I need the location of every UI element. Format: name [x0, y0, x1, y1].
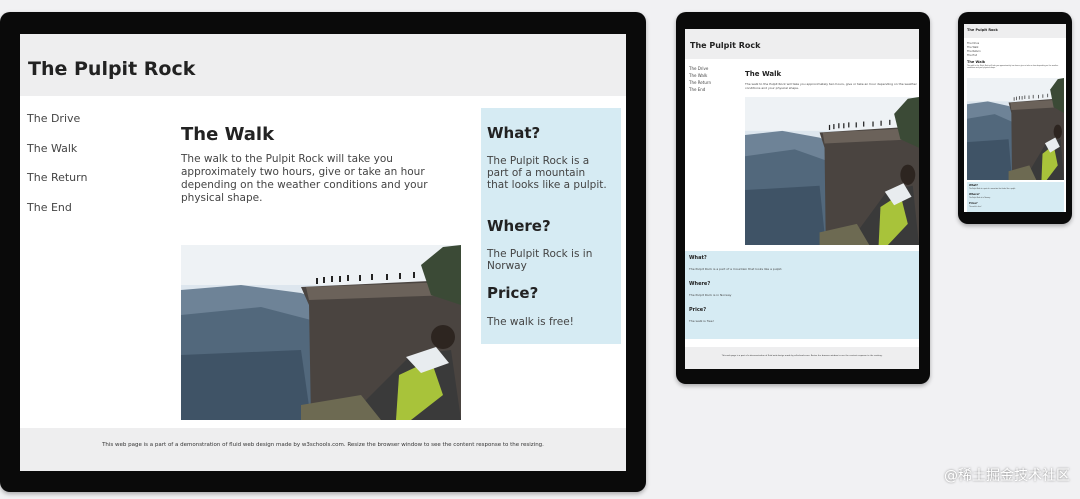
tablet-footer-text: This web page is a part of a demonstrati… [721, 355, 883, 357]
phone-aside-text-what: The Pulpit Rock is a part of a mountain … [969, 189, 1016, 190]
tablet-aside-text-where: The Pulpit Rock is in Norway [689, 293, 732, 297]
tablet-nav-item-the-drive[interactable]: The Drive [689, 65, 711, 72]
nav-item-the-drive[interactable]: The Drive [27, 112, 80, 125]
phone-nav-item-the-end[interactable]: The End [967, 54, 981, 58]
desktop-screen: The Pulpit Rock The Drive The Walk The R… [20, 34, 626, 471]
tablet-main-text: The walk to the Pulpit Rock will take yo… [745, 82, 917, 90]
phone-main-text: The walk to the Pulpit Rock will take yo… [967, 66, 1059, 69]
aside-text-where: The Pulpit Rock is in Norway [487, 248, 593, 272]
tablet-photo [745, 97, 919, 245]
tablet-nav-item-the-return[interactable]: The Return [689, 79, 711, 86]
pulpit-rock-photo [181, 245, 461, 420]
tablet-aside-heading-where: Where? [689, 281, 711, 287]
phone-header: The Pulpit Rock [964, 24, 1066, 38]
tablet-aside-heading-price: Price? [689, 307, 707, 313]
main-text: The walk to the Pulpit Rock will take yo… [181, 153, 428, 204]
main-heading: The Walk [181, 124, 275, 145]
tablet-nav-item-the-walk[interactable]: The Walk [689, 72, 711, 79]
watermark-text: @稀土掘金技术社区 [944, 468, 1070, 484]
phone-aside-heading-price: Price? [969, 202, 978, 205]
aside-text-what: The Pulpit Rock is a part of a mountain … [487, 155, 607, 191]
desktop-header: The Pulpit Rock [20, 34, 626, 96]
desktop-aside: What? The Pulpit Rock is a part of a mou… [481, 108, 621, 344]
phone-photo [967, 78, 1064, 180]
site-title: The Pulpit Rock [28, 58, 196, 80]
tablet-header: The Pulpit Rock [685, 29, 919, 59]
desktop-footer: This web page is a part of a demonstrati… [20, 428, 626, 471]
tablet-screen: The Pulpit Rock The Drive The Walk The R… [685, 29, 919, 369]
tablet-aside-heading-what: What? [689, 255, 707, 261]
tablet-aside-text-price: The walk is free! [689, 319, 714, 323]
desktop-frame: The Pulpit Rock The Drive The Walk The R… [0, 12, 646, 492]
nav-item-the-walk[interactable]: The Walk [27, 142, 77, 155]
phone-aside-heading-what: What? [969, 184, 978, 187]
phone-frame: The Pulpit Rock The Drive The Walk The R… [958, 12, 1072, 224]
phone-main-heading: The Walk [967, 60, 986, 64]
phone-aside: What? The Pulpit Rock is a part of a mou… [967, 182, 1064, 212]
tablet-frame: The Pulpit Rock The Drive The Walk The R… [676, 12, 930, 384]
nav-item-the-return[interactable]: The Return [27, 171, 87, 184]
aside-heading-price: Price? [487, 284, 539, 302]
tablet-nav: The Drive The Walk The Return The End [689, 65, 711, 93]
phone-main: The Walk The walk to the Pulpit Rock wil… [967, 60, 1063, 70]
tablet-footer: This web page is a part of a demonstrati… [685, 347, 919, 369]
phone-aside-text-price: The walk is free! [969, 207, 982, 208]
phone-screen: The Pulpit Rock The Drive The Walk The R… [964, 24, 1066, 212]
aside-heading-what: What? [487, 124, 541, 142]
nav-item-the-end[interactable]: The End [27, 201, 72, 214]
tablet-aside: What? The Pulpit Rock is a part of a mou… [685, 251, 919, 339]
tablet-nav-item-the-end[interactable]: The End [689, 86, 711, 93]
aside-heading-where: Where? [487, 217, 551, 235]
tablet-aside-text-what: The Pulpit Rock is a part of a mountain … [689, 267, 783, 271]
tablet-site-title: The Pulpit Rock [690, 41, 761, 50]
desktop-main: The Walk The walk to the Pulpit Rock wil… [181, 124, 466, 205]
aside-text-price: The walk is free! [487, 316, 574, 328]
phone-aside-text-where: The Pulpit Rock is in Norway [969, 198, 991, 199]
tablet-main: The Walk The walk to the Pulpit Rock wil… [745, 70, 917, 90]
phone-site-title: The Pulpit Rock [967, 28, 998, 32]
phone-aside-heading-where: Where? [969, 193, 980, 196]
footer-text: This web page is a part of a demonstrati… [102, 442, 544, 448]
tablet-main-heading: The Walk [745, 70, 782, 78]
phone-nav: The Drive The Walk The Return The End [967, 42, 981, 58]
